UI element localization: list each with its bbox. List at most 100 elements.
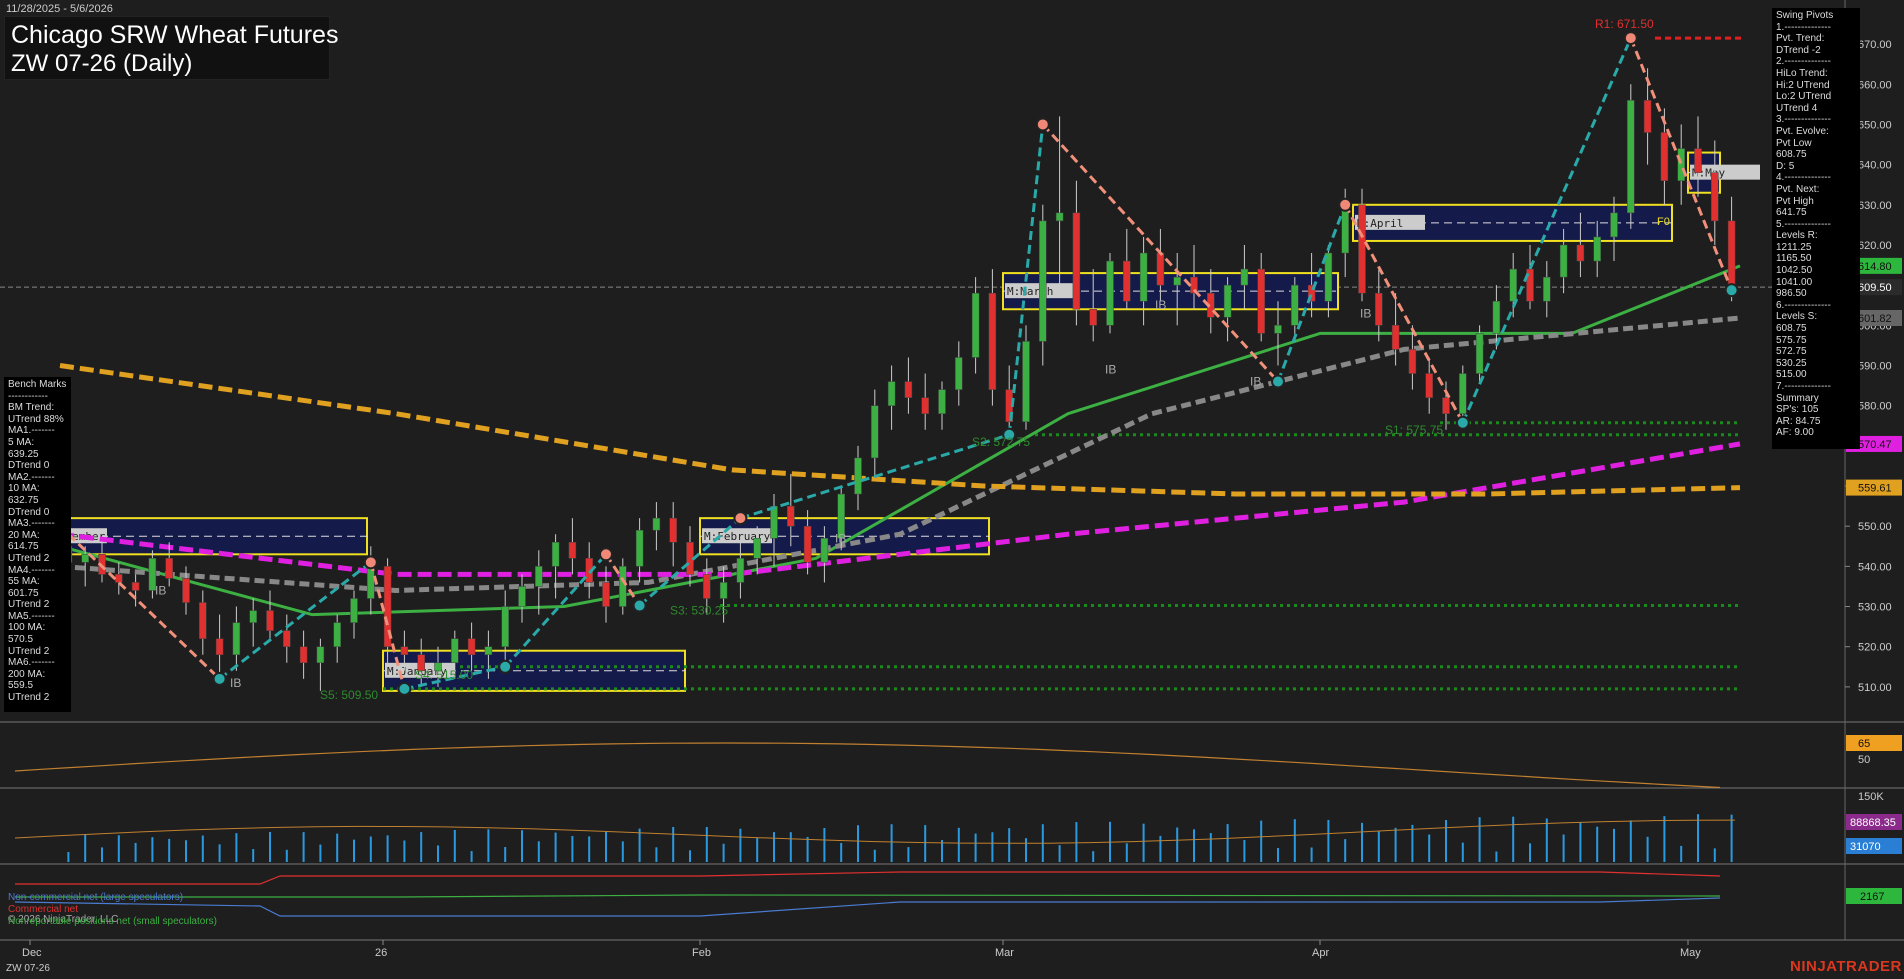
- candle-body: [1022, 341, 1030, 422]
- pivot-level-label: R1: 671.50: [1595, 17, 1654, 31]
- candle-body: [635, 529, 644, 567]
- candle-body: [1173, 276, 1181, 286]
- price-chart[interactable]: M:DecemberM:JanuaryM:FebruaryM:MarchM:Ap…: [0, 0, 1904, 979]
- candle-body: [1089, 308, 1097, 326]
- candle-body: [1459, 373, 1467, 414]
- pivot-level-label: S5: 509.50: [320, 688, 378, 702]
- swing-low-dot: [1455, 415, 1470, 430]
- candle-body: [535, 566, 543, 587]
- candle-body: [1257, 268, 1265, 334]
- swing-pivots-panel: Swing Pivots 1.-------------- Pvt. Trend…: [1772, 8, 1860, 449]
- candle-body: [1358, 204, 1366, 294]
- candle-body: [921, 397, 929, 414]
- price-tick-label: 630.00: [1858, 200, 1892, 212]
- candle-body: [518, 586, 526, 607]
- candle-body: [551, 542, 560, 567]
- f0-label: F0: [1657, 216, 1670, 228]
- candle-body: [1627, 100, 1635, 214]
- candle-body: [770, 505, 778, 539]
- ib-label: IB: [155, 583, 166, 597]
- swing-high-dot: [363, 555, 378, 570]
- candle-body: [333, 622, 341, 647]
- swing-high-dot: [1035, 117, 1050, 132]
- swing-high-dot: [599, 547, 613, 562]
- ib-label: IB: [1250, 375, 1261, 389]
- candle-body: [1039, 220, 1047, 342]
- candle-body: [451, 638, 459, 664]
- date-tick-label: Apr: [1312, 947, 1329, 959]
- swing-high-dot: [733, 511, 748, 526]
- candle-body: [1610, 212, 1618, 238]
- oscillator-tick: 50: [1858, 754, 1870, 766]
- cot-legend-noncommercial: Non-commercial net (large speculators): [8, 892, 184, 903]
- candle-body: [1123, 260, 1131, 302]
- candle-body: [1291, 284, 1299, 326]
- price-tick-label: 590.00: [1858, 360, 1892, 372]
- price-tick-label: 540.00: [1858, 561, 1892, 573]
- swing-low-dot: [1724, 283, 1739, 298]
- ib-label: IB: [835, 531, 846, 545]
- candle-body: [988, 292, 997, 390]
- oscillator-tag: 65: [1858, 738, 1870, 750]
- candle-body: [1156, 252, 1165, 286]
- candle-body: [1223, 284, 1232, 318]
- candle-body: [283, 630, 291, 647]
- candle-body: [1391, 325, 1400, 350]
- candle-body: [1576, 244, 1585, 262]
- candle-body: [501, 606, 509, 647]
- price-tick-label: 660.00: [1858, 79, 1892, 91]
- candle-body: [1240, 268, 1249, 286]
- chart-title: Chicago SRW Wheat Futures: [11, 21, 339, 49]
- bench-marks-panel: Bench Marks ------------ BM Trend: UTren…: [4, 377, 71, 712]
- candle-body: [299, 646, 308, 664]
- candle-body: [669, 517, 677, 543]
- price-tick-label: 580.00: [1858, 401, 1892, 413]
- candle-body: [182, 578, 190, 603]
- candle-body: [350, 598, 358, 623]
- chart-subtitle: ZW 07-26 (Daily): [11, 50, 193, 77]
- ib-label: IB: [1155, 298, 1166, 312]
- cot-tag: 2167: [1860, 891, 1884, 903]
- candle-body: [467, 638, 476, 655]
- candle-body: [736, 558, 745, 583]
- ninjatrader-logo: NINJATRADER: [1790, 958, 1902, 975]
- footer-symbol: ZW 07-26: [6, 963, 50, 974]
- swing-low-dot: [1271, 374, 1285, 389]
- pivot-level-label: S1: 575.75: [1385, 423, 1443, 437]
- candle-body: [787, 505, 795, 527]
- candle-body: [1072, 212, 1081, 310]
- pivot-level-label: S3: 530.25: [670, 604, 728, 618]
- candle-body: [1694, 148, 1702, 173]
- candle-body: [904, 381, 913, 398]
- candle-body: [484, 646, 493, 655]
- ib-label: IB: [1105, 363, 1116, 377]
- candle-body: [1509, 268, 1517, 302]
- candle-body: [820, 537, 829, 563]
- swing-high-dot: [1623, 31, 1638, 46]
- candle-body: [719, 582, 728, 599]
- date-tick-label: Dec: [22, 947, 42, 959]
- candle-body: [1492, 300, 1501, 334]
- price-tick-label: 520.00: [1858, 642, 1892, 654]
- date-tick-label: Mar: [995, 947, 1014, 959]
- volume-tick: 150K: [1858, 791, 1884, 803]
- candle-body: [400, 646, 409, 655]
- candle-body: [367, 566, 375, 599]
- candle-body: [1660, 132, 1669, 181]
- pivot-level-label: S2: 572.75: [972, 435, 1030, 449]
- candle-body: [232, 622, 241, 655]
- candle-body: [1408, 349, 1417, 374]
- candle-body: [1375, 292, 1383, 326]
- price-tag: 601.82: [1858, 313, 1892, 325]
- candle-body: [249, 610, 257, 623]
- candle-body: [81, 554, 89, 563]
- candle-body: [1442, 397, 1450, 414]
- candle-body: [938, 389, 946, 414]
- candle-body: [1139, 252, 1148, 302]
- ib-label: IB: [230, 676, 241, 690]
- price-tick-label: 670.00: [1858, 39, 1892, 51]
- candle-body: [316, 646, 325, 664]
- pivot-level-label: S4: 515.00: [415, 668, 473, 682]
- candle-body: [568, 542, 577, 559]
- candle-body: [619, 566, 627, 607]
